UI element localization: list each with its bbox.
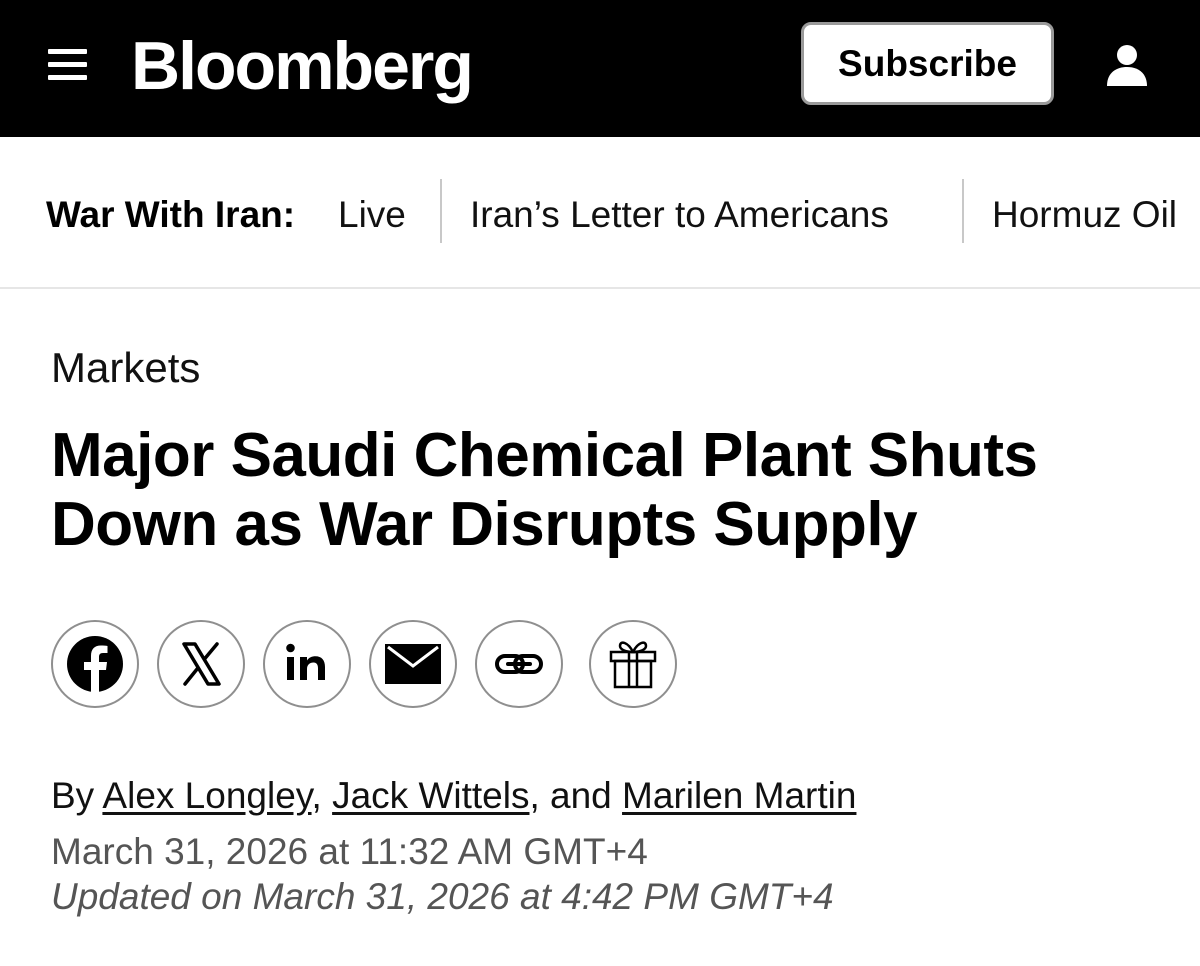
headline-line-1: Major Saudi Chemical Plant Shuts <box>51 421 1038 490</box>
byline-separator: , and <box>529 775 623 816</box>
publish-date: March 31, 2026 at 11:32 AM GMT+4 <box>51 831 648 872</box>
menu-line <box>48 75 87 80</box>
x-share-button[interactable] <box>157 620 245 708</box>
hamburger-menu-icon[interactable] <box>48 49 87 81</box>
section-label[interactable]: Markets <box>51 344 200 392</box>
gift-icon <box>609 641 657 689</box>
nav-divider <box>440 179 442 243</box>
link-icon <box>495 654 543 674</box>
topic-nav-label: War With Iran: <box>46 194 296 235</box>
topic-nav: War With Iran: Live Iran’s Letter to Ame… <box>0 137 1200 289</box>
article-headline: Major Saudi Chemical Plant Shuts Down as… <box>51 421 1171 559</box>
email-icon <box>385 644 441 684</box>
topic-link-live[interactable]: Live <box>338 193 406 237</box>
copy-link-button[interactable] <box>475 620 563 708</box>
facebook-icon <box>67 636 123 692</box>
subscribe-button[interactable]: Subscribe <box>801 22 1054 105</box>
author-link[interactable]: Jack Wittels <box>332 775 529 816</box>
topic-link-hormuz-oil[interactable]: Hormuz Oil <box>992 193 1177 237</box>
byline-separator: , <box>311 775 333 816</box>
user-icon[interactable] <box>1105 44 1149 86</box>
email-share-button[interactable] <box>369 620 457 708</box>
linkedin-share-button[interactable] <box>263 620 351 708</box>
facebook-share-button[interactable] <box>51 620 139 708</box>
nav-divider <box>962 179 964 243</box>
x-icon <box>182 642 221 686</box>
menu-line <box>48 62 87 67</box>
top-bar: Bloomberg Subscribe <box>0 0 1200 137</box>
author-link[interactable]: Alex Longley <box>102 775 311 816</box>
author-link[interactable]: Marilen Martin <box>622 775 856 816</box>
byline: By Alex Longley, Jack Wittels, and Maril… <box>51 774 856 818</box>
byline-prefix: By <box>51 775 103 816</box>
updated-date: Updated on March 31, 2026 at 4:42 PM GMT… <box>51 876 834 917</box>
linkedin-icon <box>286 643 325 680</box>
menu-line <box>48 49 87 54</box>
headline-line-2: Down as War Disrupts Supply <box>51 490 918 559</box>
bloomberg-logo[interactable]: Bloomberg <box>131 26 474 106</box>
gift-article-button[interactable] <box>589 620 677 708</box>
topic-link-irans-letter[interactable]: Iran’s Letter to Americans <box>470 193 889 237</box>
